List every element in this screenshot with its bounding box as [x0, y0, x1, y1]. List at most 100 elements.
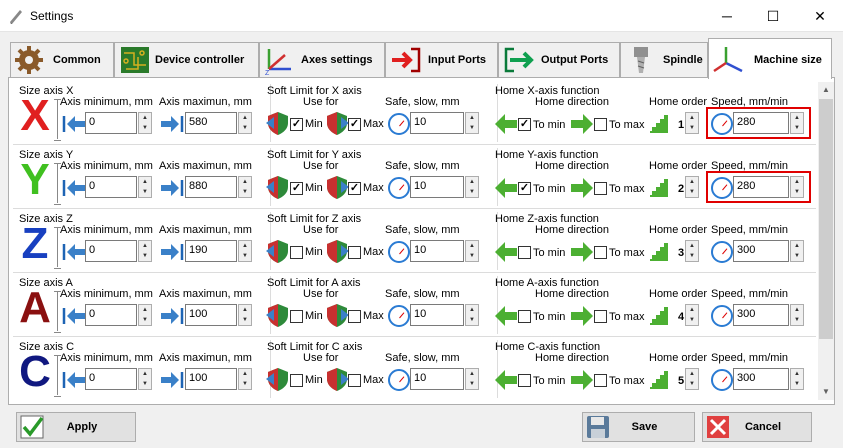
spin-down-icon[interactable]: ▼ — [239, 379, 251, 389]
spin-down-icon[interactable]: ▼ — [686, 315, 698, 325]
spin-buttons[interactable]: ▲ ▼ — [685, 304, 699, 326]
spin-down-icon[interactable]: ▼ — [686, 251, 698, 261]
spin-buttons[interactable]: ▲ ▼ — [138, 368, 152, 390]
spin-buttons[interactable]: ▲ ▼ — [685, 176, 699, 198]
spin-up-icon[interactable]: ▲ — [139, 305, 151, 315]
spin-down-icon[interactable]: ▼ — [791, 315, 803, 325]
spin-buttons[interactable]: ▲ ▼ — [238, 304, 252, 326]
spin-up-icon[interactable]: ▲ — [466, 113, 478, 123]
spin-buttons[interactable]: ▲ ▼ — [465, 368, 479, 390]
home-to-min-checkbox[interactable]: ✓ — [518, 118, 531, 131]
safe-distance-field[interactable]: 10 — [410, 176, 464, 198]
spin-down-icon[interactable]: ▼ — [239, 123, 251, 133]
spin-buttons[interactable]: ▲ ▼ — [138, 240, 152, 262]
spin-down-icon[interactable]: ▼ — [139, 187, 151, 197]
spin-buttons[interactable]: ▲ ▼ — [790, 304, 804, 326]
tab-device-controller[interactable]: Device controller — [114, 42, 259, 78]
minimize-button[interactable]: ─ — [704, 0, 750, 32]
soft-min-checkbox[interactable] — [290, 246, 303, 259]
spin-buttons[interactable]: ▲ ▼ — [465, 112, 479, 134]
soft-max-checkbox[interactable]: ✓ — [348, 118, 361, 131]
home-speed-field[interactable]: 300 — [733, 304, 789, 326]
spin-buttons[interactable]: ▲ ▼ — [685, 240, 699, 262]
spin-up-icon[interactable]: ▲ — [686, 369, 698, 379]
soft-min-checkbox[interactable]: ✓ — [290, 182, 303, 195]
spin-down-icon[interactable]: ▼ — [139, 315, 151, 325]
spin-up-icon[interactable]: ▲ — [686, 241, 698, 251]
spin-buttons[interactable]: ▲ ▼ — [138, 304, 152, 326]
spin-up-icon[interactable]: ▲ — [139, 113, 151, 123]
axis-maximum-field[interactable]: 880 — [185, 176, 237, 198]
spin-buttons[interactable]: ▲ ▼ — [465, 240, 479, 262]
axis-minimum-field[interactable]: 0 — [85, 176, 137, 198]
scroll-up-icon[interactable]: ▲ — [818, 82, 834, 98]
spin-up-icon[interactable]: ▲ — [139, 241, 151, 251]
home-to-max-checkbox[interactable] — [594, 246, 607, 259]
soft-max-checkbox[interactable]: ✓ — [348, 182, 361, 195]
scrollbar-thumb[interactable] — [819, 99, 833, 339]
safe-distance-field[interactable]: 10 — [410, 368, 464, 390]
spin-down-icon[interactable]: ▼ — [466, 315, 478, 325]
spin-down-icon[interactable]: ▼ — [466, 251, 478, 261]
tab-input-ports[interactable]: Input Ports — [385, 42, 498, 78]
spin-buttons[interactable]: ▲ ▼ — [238, 176, 252, 198]
home-speed-field[interactable]: 300 — [733, 368, 789, 390]
apply-button[interactable]: Apply — [16, 412, 136, 442]
spin-buttons[interactable]: ▲ ▼ — [138, 112, 152, 134]
spin-buttons[interactable]: ▲ ▼ — [790, 368, 804, 390]
close-button[interactable]: ✕ — [797, 0, 843, 32]
home-to-max-checkbox[interactable] — [594, 182, 607, 195]
spin-buttons[interactable]: ▲ ▼ — [685, 368, 699, 390]
vertical-scrollbar[interactable]: ▲ ▼ — [818, 82, 834, 400]
axis-minimum-field[interactable]: 0 — [85, 112, 137, 134]
spin-down-icon[interactable]: ▼ — [466, 187, 478, 197]
spin-up-icon[interactable]: ▲ — [239, 177, 251, 187]
spin-up-icon[interactable]: ▲ — [791, 369, 803, 379]
spin-buttons[interactable]: ▲ ▼ — [238, 112, 252, 134]
spin-down-icon[interactable]: ▼ — [791, 379, 803, 389]
spin-up-icon[interactable]: ▲ — [239, 113, 251, 123]
home-to-min-checkbox[interactable]: ✓ — [518, 182, 531, 195]
soft-max-checkbox[interactable] — [348, 246, 361, 259]
spin-down-icon[interactable]: ▼ — [686, 379, 698, 389]
tab-spindle[interactable]: Spindle — [620, 42, 708, 78]
spin-down-icon[interactable]: ▼ — [239, 187, 251, 197]
spin-down-icon[interactable]: ▼ — [139, 379, 151, 389]
spin-buttons[interactable]: ▲ ▼ — [465, 176, 479, 198]
spin-down-icon[interactable]: ▼ — [686, 123, 698, 133]
safe-distance-field[interactable]: 10 — [410, 304, 464, 326]
spin-down-icon[interactable]: ▼ — [139, 123, 151, 133]
spin-up-icon[interactable]: ▲ — [139, 369, 151, 379]
home-to-max-checkbox[interactable] — [594, 374, 607, 387]
maximize-button[interactable]: ☐ — [750, 0, 796, 32]
spin-up-icon[interactable]: ▲ — [466, 241, 478, 251]
spin-up-icon[interactable]: ▲ — [791, 241, 803, 251]
spin-buttons[interactable]: ▲ ▼ — [685, 112, 699, 134]
soft-max-checkbox[interactable] — [348, 310, 361, 323]
home-to-min-checkbox[interactable] — [518, 374, 531, 387]
spin-up-icon[interactable]: ▲ — [466, 369, 478, 379]
spin-buttons[interactable]: ▲ ▼ — [238, 368, 252, 390]
spin-buttons[interactable]: ▲ ▼ — [138, 176, 152, 198]
save-button[interactable]: Save — [582, 412, 695, 442]
spin-down-icon[interactable]: ▼ — [686, 187, 698, 197]
spin-up-icon[interactable]: ▲ — [466, 177, 478, 187]
spin-buttons[interactable]: ▲ ▼ — [238, 240, 252, 262]
axis-minimum-field[interactable]: 0 — [85, 368, 137, 390]
axis-maximum-field[interactable]: 190 — [185, 240, 237, 262]
spin-up-icon[interactable]: ▲ — [686, 177, 698, 187]
spin-down-icon[interactable]: ▼ — [239, 315, 251, 325]
cancel-button[interactable]: Cancel — [702, 412, 812, 442]
spin-down-icon[interactable]: ▼ — [791, 251, 803, 261]
spin-up-icon[interactable]: ▲ — [466, 305, 478, 315]
spin-up-icon[interactable]: ▲ — [139, 177, 151, 187]
spin-up-icon[interactable]: ▲ — [686, 113, 698, 123]
spin-up-icon[interactable]: ▲ — [686, 305, 698, 315]
axis-maximum-field[interactable]: 100 — [185, 368, 237, 390]
safe-distance-field[interactable]: 10 — [410, 112, 464, 134]
tab-output-ports[interactable]: Output Ports — [498, 42, 620, 78]
tab-axes-settings[interactable]: Z Axes settings — [259, 42, 385, 78]
tab-machine-size[interactable]: Machine size — [708, 38, 832, 79]
home-to-max-checkbox[interactable] — [594, 118, 607, 131]
home-speed-field[interactable]: 300 — [733, 240, 789, 262]
